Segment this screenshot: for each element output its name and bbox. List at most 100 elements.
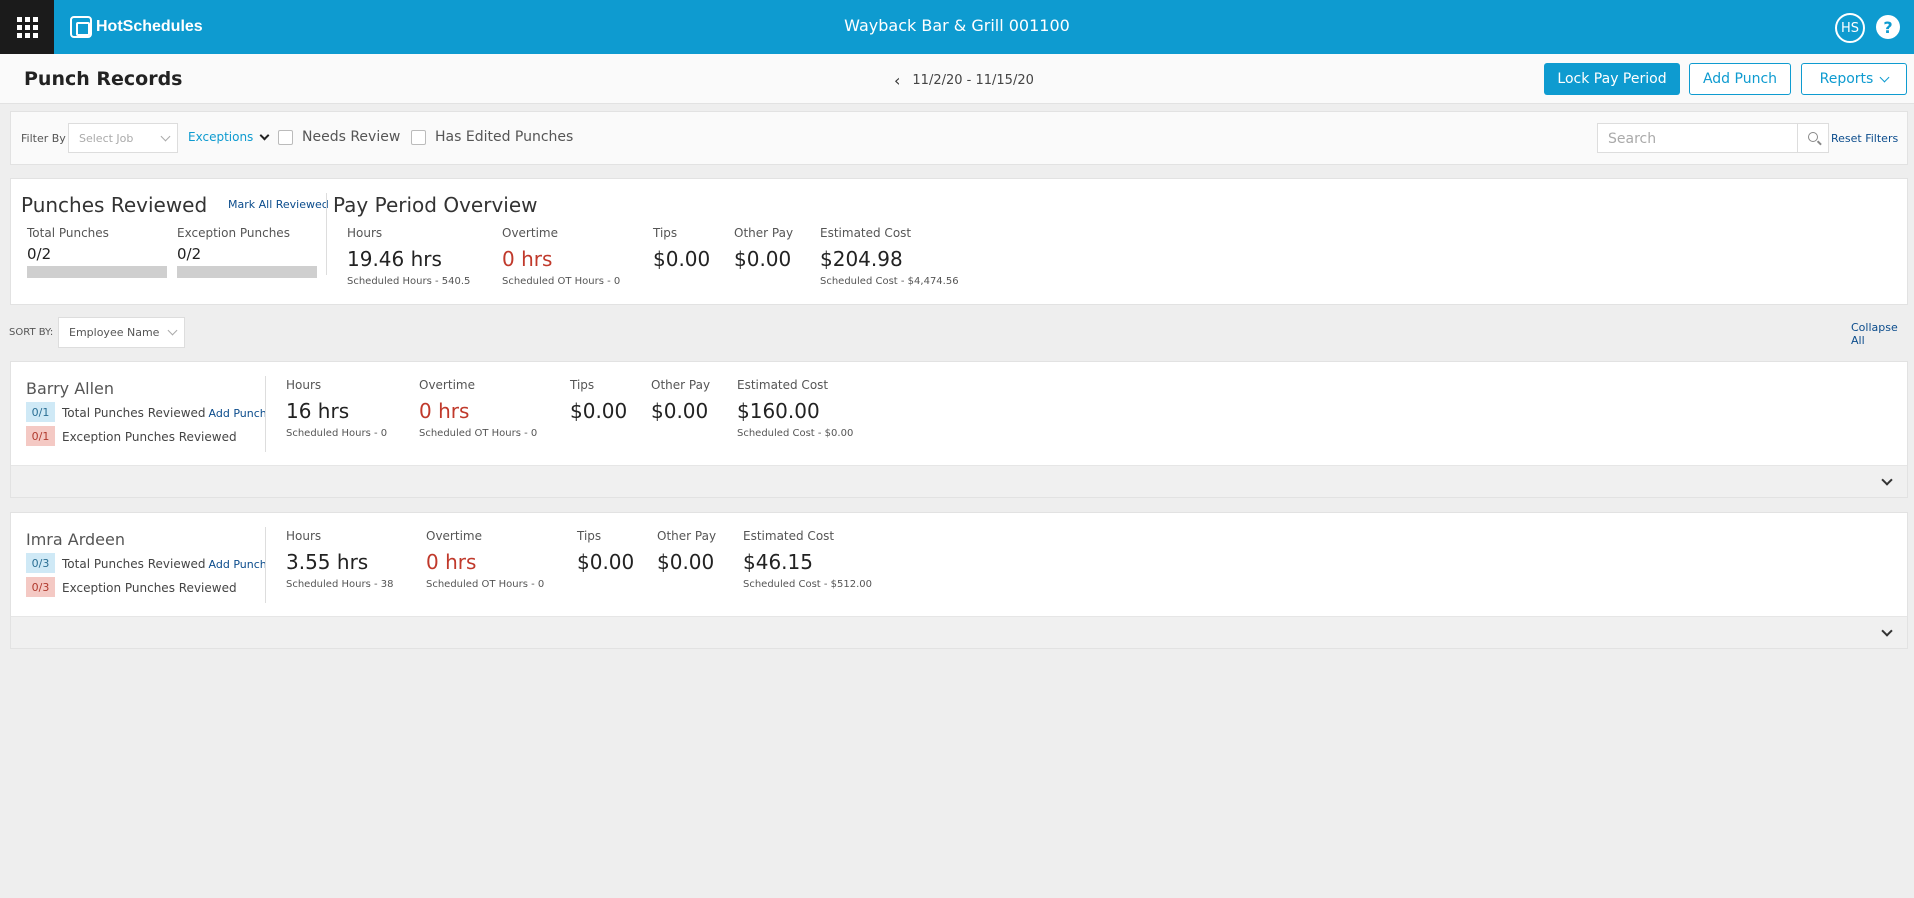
overview-hours-label: Hours <box>347 226 383 240</box>
sort-by-select[interactable]: Employee Name <box>58 317 185 348</box>
ot-sub: Scheduled OT Hours - 0 <box>419 428 538 439</box>
chevron-down-icon <box>1879 72 1890 82</box>
total-punches-reviewed: Total Punches Reviewed Add Punch <box>62 557 267 571</box>
cost-value: $46.15 <box>743 550 813 574</box>
reset-filters-link[interactable]: Reset Filters <box>1831 132 1898 145</box>
filter-bar: Filter By Select Job Exceptions Needs Re… <box>10 111 1908 165</box>
divider <box>265 527 266 603</box>
employee-name: Barry Allen <box>26 379 115 398</box>
total-punches-reviewed-label: Total Punches Reviewed <box>62 557 206 571</box>
needs-review-checkbox[interactable] <box>278 130 293 145</box>
exception-punches-reviewed-label: Exception Punches Reviewed <box>62 430 237 444</box>
cost-label: Estimated Cost <box>743 529 835 543</box>
mark-all-reviewed-link[interactable]: Mark All Reviewed <box>228 198 329 211</box>
exception-punches-reviewed-label: Exception Punches Reviewed <box>62 581 237 595</box>
other-pay-label: Other Pay <box>651 378 711 392</box>
other-pay-label: Other Pay <box>657 529 717 543</box>
ot-label: Overtime <box>419 378 475 392</box>
employee-card: Barry Allen 0/1 Total Punches Reviewed Ad… <box>10 361 1908 498</box>
overview-ot-label: Overtime <box>502 226 558 240</box>
pay-period-range: 11/2/20 - 11/15/20 <box>912 73 1034 88</box>
employee-card: Imra Ardeen 0/3 Total Punches Reviewed Ad… <box>10 512 1908 649</box>
tips-label: Tips <box>570 378 595 392</box>
overview-other-pay-value: $0.00 <box>734 247 792 271</box>
overview-cost-label: Estimated Cost <box>820 226 912 240</box>
divider <box>265 376 266 452</box>
cost-value: $160.00 <box>737 399 820 423</box>
ot-value: 0 hrs <box>419 399 470 423</box>
total-punches-progress <box>27 266 167 278</box>
overview-other-pay-label: Other Pay <box>734 226 794 240</box>
needs-review-label: Needs Review <box>302 129 401 145</box>
tips-value: $0.00 <box>570 399 628 423</box>
add-punch-link[interactable]: Add Punch <box>209 407 267 420</box>
exceptions-label: Exceptions <box>188 130 254 144</box>
add-punch-link[interactable]: Add Punch <box>209 558 267 571</box>
ot-label: Overtime <box>426 529 482 543</box>
chevron-down-icon[interactable] <box>1881 474 1893 486</box>
exception-punches-badge: 0/3 <box>26 577 55 597</box>
chevron-down-icon[interactable] <box>1881 625 1893 637</box>
other-pay-value: $0.00 <box>657 550 715 574</box>
total-punches-badge: 0/1 <box>26 402 55 422</box>
reports-button[interactable]: Reports <box>1801 63 1907 95</box>
total-punches-badge: 0/3 <box>26 553 55 573</box>
hours-value: 3.55 hrs <box>286 550 369 574</box>
has-edited-label: Has Edited Punches <box>435 129 574 145</box>
job-select[interactable]: Select Job <box>68 123 178 153</box>
page-title: Punch Records <box>24 68 183 90</box>
cost-sub: Scheduled Cost - $512.00 <box>743 579 873 590</box>
total-punches-reviewed-label: Total Punches Reviewed <box>62 406 206 420</box>
expand-row[interactable] <box>11 465 1907 497</box>
employee-name: Imra Ardeen <box>26 530 125 549</box>
sort-by-label: SORT BY: <box>9 327 54 338</box>
hours-sub: Scheduled Hours - 0 <box>286 428 388 439</box>
overview-hours-value: 19.46 hrs <box>347 247 442 271</box>
overview-ot-value: 0 hrs <box>502 247 553 271</box>
exception-punches-badge: 0/1 <box>26 426 55 446</box>
pay-period-overview-title: Pay Period Overview <box>333 193 538 217</box>
chevron-down-icon <box>259 130 270 140</box>
store-name: Wayback Bar & Grill 001100 <box>844 16 1070 35</box>
expand-row[interactable] <box>11 616 1907 648</box>
chevron-down-icon <box>160 131 171 142</box>
chevron-down-icon <box>167 325 178 336</box>
hours-sub: Scheduled Hours - 38 <box>286 579 394 590</box>
search-input[interactable]: Search <box>1597 123 1798 153</box>
ot-value: 0 hrs <box>426 550 477 574</box>
exception-punches-value: 0/2 <box>177 245 202 263</box>
exception-punches-progress <box>177 266 317 278</box>
reports-label: Reports <box>1819 71 1874 87</box>
hours-label: Hours <box>286 378 322 392</box>
lock-pay-period-button[interactable]: Lock Pay Period <box>1544 63 1680 95</box>
avatar[interactable]: HS <box>1835 13 1865 43</box>
overview-ot-sub: Scheduled OT Hours - 0 <box>502 276 621 287</box>
overview-cost-value: $204.98 <box>820 247 903 271</box>
divider <box>326 193 327 275</box>
pay-period-selector: ‹ 11/2/20 - 11/15/20 <box>894 71 1034 90</box>
exceptions-dropdown[interactable]: Exceptions <box>188 130 270 144</box>
punches-reviewed-title: Punches Reviewed <box>21 193 208 217</box>
overview-cost-sub: Scheduled Cost - $4,474.56 <box>820 276 959 287</box>
top-bar: HotSchedules Wayback Bar & Grill 001100 … <box>0 0 1914 54</box>
job-select-placeholder: Select Job <box>79 131 134 145</box>
collapse-all-link[interactable]: Collapse All <box>1851 321 1914 347</box>
search-button[interactable] <box>1797 123 1829 153</box>
search-placeholder: Search <box>1608 131 1657 147</box>
tips-label: Tips <box>577 529 602 543</box>
search-icon <box>1808 132 1818 142</box>
page-header: Punch Records ‹ 11/2/20 - 11/15/20 Lock … <box>0 54 1914 104</box>
total-punches-label: Total Punches <box>27 226 109 240</box>
overview-hours-sub: Scheduled Hours - 540.5 <box>347 276 471 287</box>
hours-value: 16 hrs <box>286 399 350 423</box>
add-punch-button[interactable]: Add Punch <box>1689 63 1791 95</box>
cost-sub: Scheduled Cost - $0.00 <box>737 428 854 439</box>
help-icon[interactable]: ? <box>1876 15 1900 39</box>
chevron-left-icon[interactable]: ‹ <box>894 71 900 90</box>
filter-by-label: Filter By <box>21 132 66 145</box>
hours-label: Hours <box>286 529 322 543</box>
sort-by-value: Employee Name <box>69 326 160 339</box>
has-edited-checkbox[interactable] <box>411 130 426 145</box>
ot-sub: Scheduled OT Hours - 0 <box>426 579 545 590</box>
total-punches-value: 0/2 <box>27 245 52 263</box>
